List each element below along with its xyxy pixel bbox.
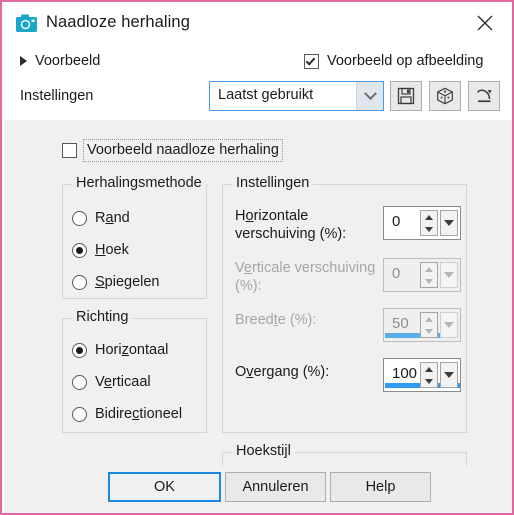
preview-expander-label: Voorbeeld <box>35 53 101 69</box>
preset-combobox-value: Laatst gebruikt <box>218 87 314 103</box>
spinner-dropdown-icon[interactable] <box>440 362 458 388</box>
cancel-button[interactable]: Annuleren <box>225 472 326 502</box>
seamless-preview-checkbox[interactable]: Voorbeeld naadloze herhaling <box>62 138 283 162</box>
title-bar: Naadloze herhaling <box>4 4 512 44</box>
reset-arrow-icon <box>476 89 492 103</box>
seamless-preview-label: Voorbeeld naadloze herhaling <box>87 141 279 158</box>
dialog-footer: OK Annuleren Help <box>4 466 512 513</box>
method-group: Herhalingsmethode Rand Hoek Spiegelen <box>62 175 207 299</box>
radio-method-hoek[interactable]: Hoek <box>72 239 129 261</box>
spinner-up-arrow-icon <box>421 313 437 325</box>
chevron-down-icon <box>356 82 383 110</box>
direction-group: Richting Horizontaal Verticaal Bidirecti… <box>62 309 207 433</box>
radio-direction-horizontaal[interactable]: Horizontaal <box>72 339 168 361</box>
radio-method-spiegelen[interactable]: Spiegelen <box>72 271 160 293</box>
spinner-stepper[interactable] <box>420 210 438 236</box>
focus-outline: Voorbeeld naadloze herhaling <box>83 138 283 162</box>
spinner-down-arrow-icon[interactable] <box>421 375 437 387</box>
spinner-width: 50 <box>383 308 461 342</box>
close-icon <box>477 15 493 31</box>
save-preset-button[interactable] <box>390 81 422 111</box>
spinner-horizontal-offset[interactable]: 0 <box>383 206 461 240</box>
dialog-body: Voorbeeld naadloze herhaling Herhalingsm… <box>4 120 512 513</box>
spinner-down-arrow-icon <box>421 275 437 287</box>
spinner-value: 50 <box>392 315 409 332</box>
field-vertical-offset: Verticale verschuiving (%): 0 <box>235 258 461 299</box>
radio-direction-bidirectioneel[interactable]: Bidirectioneel <box>72 403 182 425</box>
spinner-vertical-offset: 0 <box>383 258 461 292</box>
spinner-up-arrow-icon <box>421 263 437 275</box>
spinner-dropdown-icon <box>440 312 458 338</box>
preset-row: Instellingen Laatst gebruikt <box>4 78 512 118</box>
radio-circle <box>72 374 87 390</box>
corner-style-group-legend: Hoekstijl <box>232 443 295 459</box>
field-caption: Overgang (%): <box>235 364 330 380</box>
settings-group-legend: Instellingen <box>232 175 314 191</box>
spinner-down-arrow-icon <box>421 325 437 337</box>
field-transition: Overgang (%): 100 <box>235 358 461 403</box>
radio-method-rand[interactable]: Rand <box>72 207 130 229</box>
preset-row-label: Instellingen <box>20 88 94 104</box>
field-caption: Verticale verschuiving (%): <box>235 260 376 294</box>
radio-circle-selected <box>72 342 87 358</box>
method-group-legend: Herhalingsmethode <box>72 175 206 191</box>
preview-on-image-checkbox[interactable]: Voorbeeld op afbeelding <box>304 50 483 72</box>
radio-label: Spiegelen <box>95 274 160 290</box>
ok-button[interactable]: OK <box>108 472 221 502</box>
radio-label: Horizontaal <box>95 342 169 358</box>
spinner-dropdown-icon[interactable] <box>440 210 458 236</box>
spinner-dropdown-icon <box>440 262 458 288</box>
field-horizontal-offset: Horizontale verschuiving (%): 0 <box>235 206 461 247</box>
window-title: Naadloze herhaling <box>46 13 190 31</box>
radio-circle <box>72 274 87 290</box>
spinner-value: 0 <box>392 265 401 282</box>
spinner-stepper[interactable] <box>420 362 438 388</box>
radio-direction-verticaal[interactable]: Verticaal <box>72 371 151 393</box>
chevron-right-icon <box>20 56 27 66</box>
dialog-header-strip: Voorbeeld Voorbeeld op afbeelding Instel… <box>4 44 512 120</box>
spinner-value: 0 <box>392 213 401 230</box>
radio-circle-selected <box>72 242 87 258</box>
dice-icon <box>437 87 453 105</box>
preset-combobox[interactable]: Laatst gebruikt <box>209 81 384 111</box>
field-caption: Horizontale verschuiving (%): <box>235 208 347 242</box>
radio-circle <box>72 210 87 226</box>
floppy-disk-icon <box>397 87 415 105</box>
close-button[interactable] <box>462 4 508 42</box>
settings-group: Instellingen Horizontale verschuiving (%… <box>222 175 467 433</box>
radio-label: Bidirectioneel <box>95 406 183 422</box>
radio-label: Hoek <box>95 242 129 258</box>
spinner-up-arrow-icon[interactable] <box>421 211 437 223</box>
randomize-button[interactable] <box>429 81 461 111</box>
field-caption: Breedte (%): <box>235 312 317 328</box>
field-width: Breedte (%): 50 <box>235 308 461 351</box>
help-button[interactable]: Help <box>330 472 431 502</box>
spinner-down-arrow-icon[interactable] <box>421 223 437 235</box>
spinner-transition[interactable]: 100 <box>383 358 461 392</box>
preview-expander[interactable]: Voorbeeld <box>20 51 100 71</box>
spinner-value: 100 <box>392 365 418 382</box>
spinner-up-arrow-icon[interactable] <box>421 363 437 375</box>
radio-label: Verticaal <box>95 374 151 390</box>
spinner-stepper <box>420 262 438 288</box>
radio-circle <box>72 406 87 422</box>
spinner-stepper <box>420 312 438 338</box>
radio-label: Rand <box>95 210 130 226</box>
seamless-tiling-icon <box>16 14 37 34</box>
checkbox-box-checked <box>304 53 319 69</box>
direction-group-legend: Richting <box>72 309 133 325</box>
reset-button[interactable] <box>468 81 500 111</box>
preview-on-image-label: Voorbeeld op afbeelding <box>327 53 484 69</box>
checkbox-box-unchecked <box>62 142 77 158</box>
seamless-tiling-dialog: Naadloze herhaling Voorbeeld Voorbeeld o… <box>0 0 514 515</box>
